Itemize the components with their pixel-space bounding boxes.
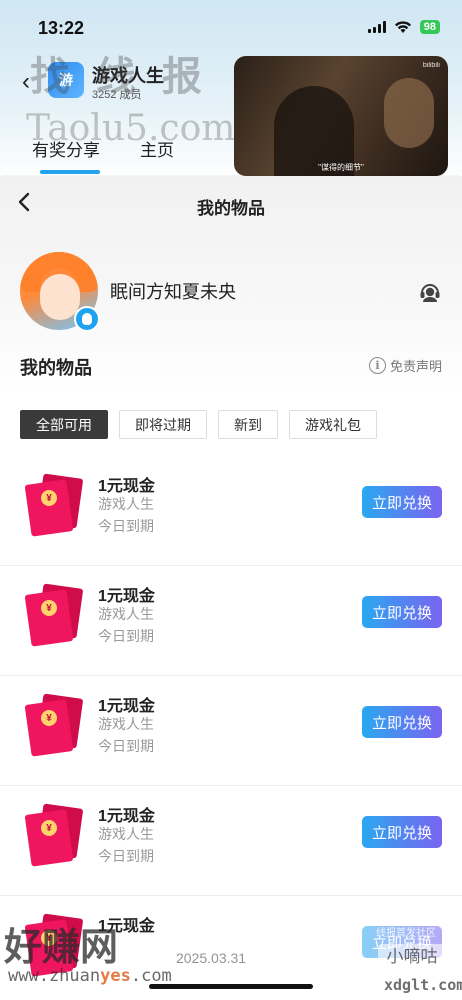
filter-all-available[interactable]: 全部可用: [20, 410, 108, 439]
customer-service-icon[interactable]: [418, 280, 442, 304]
wifi-icon: [394, 21, 411, 33]
status-bar: 13:22 98: [0, 0, 462, 52]
items-section-title: 我的物品: [20, 358, 92, 378]
items-list: ¥ 1元现金 游戏人生 今日到期 立即兑换 ¥ 1元现金 游戏人生 今日到期 立…: [0, 456, 462, 1000]
item-name: 1元现金: [98, 478, 155, 495]
status-icons: 98: [367, 20, 440, 34]
community-back-icon[interactable]: ‹: [22, 68, 30, 96]
info-icon: i: [368, 357, 386, 374]
item-expiry: 今日到期: [98, 628, 154, 644]
filter-new-arrivals[interactable]: 新到: [218, 410, 278, 439]
red-envelope-icon: ¥: [24, 693, 84, 757]
redeem-button[interactable]: 立即兑换: [362, 706, 442, 738]
community-logo: 游: [48, 62, 84, 98]
item-name: 1元现金: [98, 918, 155, 935]
list-item: ¥ 1元现金 游戏人生 今日到期 立即兑换: [0, 566, 462, 676]
red-envelope-icon: ¥: [24, 583, 84, 647]
item-source: 游戏人生: [98, 606, 154, 622]
item-name: 1元现金: [98, 808, 155, 825]
video-source-badge: bilibili: [422, 62, 440, 69]
item-source: 游戏人生: [98, 716, 154, 732]
community-tabs: 有奖分享 主页: [32, 136, 174, 174]
item-expiry: 今日到期: [98, 848, 154, 864]
battery-icon: 98: [419, 20, 440, 34]
list-item: ¥ 1元现金 游戏人生 今日到期 立即兑换: [0, 676, 462, 786]
user-profile: 眠间方知夏未央: [20, 252, 442, 332]
item-expiry: 今日到期: [98, 738, 154, 754]
redeem-button[interactable]: 立即兑换: [362, 486, 442, 518]
tab-home[interactable]: 主页: [140, 136, 174, 161]
item-name: 1元现金: [98, 588, 155, 605]
qq-penguin-icon: [74, 306, 100, 332]
my-items-sheet: 我的物品 眠间方知夏未央 我的物品 i 免责声明 全部可用 即将过期 新到 游戏…: [0, 176, 462, 1000]
item-name: 1元现金: [98, 698, 155, 715]
filter-game-gift-packs[interactable]: 游戏礼包: [289, 410, 377, 439]
status-time: 13:22: [38, 18, 85, 38]
disclaimer-label: 免责声明: [389, 359, 442, 374]
red-envelope-icon: ¥: [24, 803, 84, 867]
home-indicator: [149, 984, 313, 989]
list-item: ¥ 1元现金 游戏人生 今日到期 立即兑换: [0, 786, 462, 896]
video-caption: "谋得的细节": [318, 163, 364, 172]
disclaimer-link[interactable]: i 免责声明: [368, 356, 442, 375]
filter-expiring-soon[interactable]: 即将过期: [119, 410, 207, 439]
video-figure: [384, 78, 434, 148]
filter-tabs: 全部可用 即将过期 新到 游戏礼包: [20, 410, 377, 439]
page-title: 我的物品: [197, 199, 265, 218]
redeem-button[interactable]: 立即兑换: [362, 926, 442, 958]
community-members: 3252 成员: [92, 89, 142, 101]
signal-icon: [367, 21, 386, 33]
item-source: 游戏人生: [98, 496, 154, 512]
redeem-button[interactable]: 立即兑换: [362, 596, 442, 628]
item-expiry: 今日到期: [98, 518, 154, 534]
community-name: 游戏人生: [92, 66, 164, 86]
red-envelope-icon: ¥: [24, 913, 84, 977]
red-envelope-icon: ¥: [24, 473, 84, 537]
item-source: 游戏人生: [98, 826, 154, 842]
video-pip-player[interactable]: bilibili "谋得的细节": [234, 56, 448, 176]
tab-rewards-share[interactable]: 有奖分享: [32, 136, 100, 174]
username: 眠间方知夏未央: [110, 282, 236, 302]
list-item: ¥ 1元现金 游戏人生 今日到期 立即兑换: [0, 456, 462, 566]
redeem-button[interactable]: 立即兑换: [362, 816, 442, 848]
